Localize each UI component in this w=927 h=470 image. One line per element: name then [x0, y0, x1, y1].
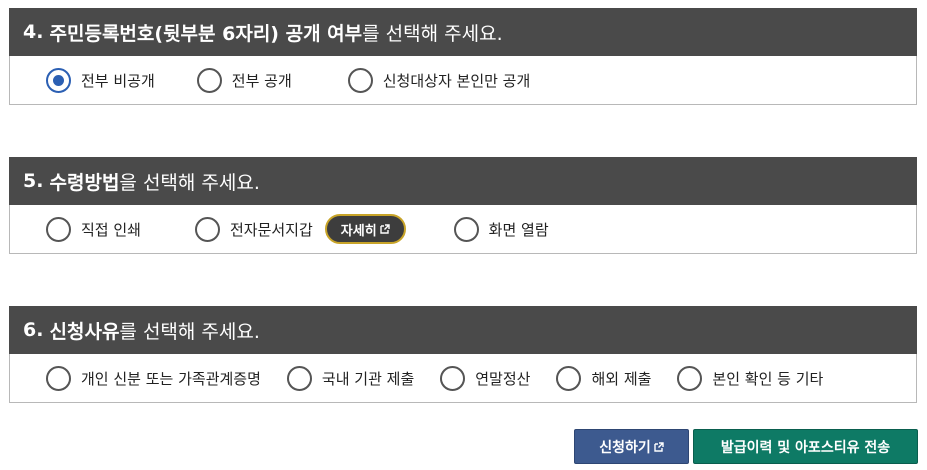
- option-identity-family-proof[interactable]: 개인 신분 또는 가족관계증명: [46, 365, 261, 391]
- option-label: 신청대상자 본인만 공개: [382, 71, 531, 90]
- option-label: 전부 비공개: [81, 71, 155, 90]
- section-header: 6. 신청사유 를 선택해 주세요.: [9, 306, 917, 354]
- detail-button-label: 자세히: [340, 223, 377, 239]
- option-all-public[interactable]: 전부 공개: [196, 67, 292, 93]
- option-other-identity-check[interactable]: 본인 확인 등 기타: [677, 365, 824, 391]
- radio-button[interactable]: [556, 365, 582, 391]
- section-title-bold: 주민등록번호(뒷부분 6자리) 공개 여부: [49, 22, 363, 45]
- option-label: 전부 공개: [231, 71, 292, 90]
- section-application-reason: 6. 신청사유 를 선택해 주세요. 개인 신분 또는 가족관계증명 국내 기관 …: [9, 306, 917, 403]
- option-label: 국내 기관 제출: [321, 369, 415, 388]
- section-header: 5. 수령방법 을 선택해 주세요.: [9, 157, 917, 205]
- radio-group-disclosure: 전부 비공개 전부 공개 신청대상자 본인만 공개: [9, 56, 917, 105]
- radio-button[interactable]: [347, 67, 373, 93]
- section-number: 5.: [23, 170, 44, 192]
- section-title-bold: 수령방법: [49, 171, 120, 194]
- section-header: 4. 주민등록번호(뒷부분 6자리) 공개 여부 를 선택해 주세요.: [9, 8, 917, 56]
- radio-button[interactable]: [286, 365, 312, 391]
- apply-button-label: 신청하기: [599, 439, 651, 456]
- option-label: 연말정산: [475, 369, 531, 388]
- option-label: 본인 확인 등 기타: [712, 369, 824, 388]
- radio-button[interactable]: [46, 365, 71, 391]
- option-self-only-public[interactable]: 신청대상자 본인만 공개: [347, 67, 531, 93]
- issue-history-apostille-button[interactable]: 발급이력 및 아포스티유 전송: [693, 429, 918, 464]
- option-screen-view[interactable]: 화면 열람: [453, 216, 549, 242]
- option-direct-print[interactable]: 직접 인쇄: [46, 216, 141, 242]
- option-all-private[interactable]: 전부 비공개: [46, 67, 155, 93]
- detail-button[interactable]: 자세히: [324, 214, 406, 244]
- radio-button[interactable]: [677, 365, 703, 391]
- radio-button[interactable]: [440, 365, 466, 391]
- option-label: 전자문서지갑: [229, 220, 313, 239]
- option-label: 직접 인쇄: [81, 220, 141, 239]
- option-domestic-institution[interactable]: 국내 기관 제출: [286, 365, 415, 391]
- radio-button-checked[interactable]: [46, 67, 71, 93]
- external-link-icon: [379, 224, 390, 234]
- history-button-label: 발급이력 및 아포스티유 전송: [720, 439, 891, 456]
- section-resident-number-disclosure: 4. 주민등록번호(뒷부분 6자리) 공개 여부 를 선택해 주세요. 전부 비공…: [9, 8, 917, 105]
- external-link-icon: [654, 441, 664, 452]
- section-title-rest: 을 선택해 주세요.: [119, 171, 260, 194]
- section-title-rest: 를 선택해 주세요.: [362, 22, 503, 45]
- option-year-end-tax[interactable]: 연말정산: [440, 365, 531, 391]
- apply-button[interactable]: 신청하기: [574, 429, 689, 464]
- option-label: 화면 열람: [488, 220, 549, 239]
- section-receive-method: 5. 수령방법 을 선택해 주세요. 직접 인쇄 전자문서지갑 자세히 화면 열람: [9, 157, 917, 254]
- option-overseas-submission[interactable]: 해외 제출: [556, 365, 652, 391]
- section-number: 4.: [23, 21, 44, 43]
- radio-button[interactable]: [194, 216, 220, 242]
- section-title-rest: 를 선택해 주세요.: [119, 320, 260, 343]
- option-e-document-wallet[interactable]: 전자문서지갑: [194, 216, 313, 242]
- radio-button[interactable]: [453, 216, 479, 242]
- section-title-bold: 신청사유: [49, 320, 120, 343]
- option-label: 개인 신분 또는 가족관계증명: [81, 369, 261, 388]
- section-number: 6.: [23, 319, 44, 341]
- radio-button[interactable]: [46, 216, 71, 242]
- option-label: 해외 제출: [591, 369, 652, 388]
- radio-group-receive-method: 직접 인쇄 전자문서지갑 자세히 화면 열람: [9, 205, 917, 254]
- radio-group-application-reason: 개인 신분 또는 가족관계증명 국내 기관 제출 연말정산 해외 제출 본인 확…: [9, 354, 917, 403]
- radio-button[interactable]: [196, 67, 222, 93]
